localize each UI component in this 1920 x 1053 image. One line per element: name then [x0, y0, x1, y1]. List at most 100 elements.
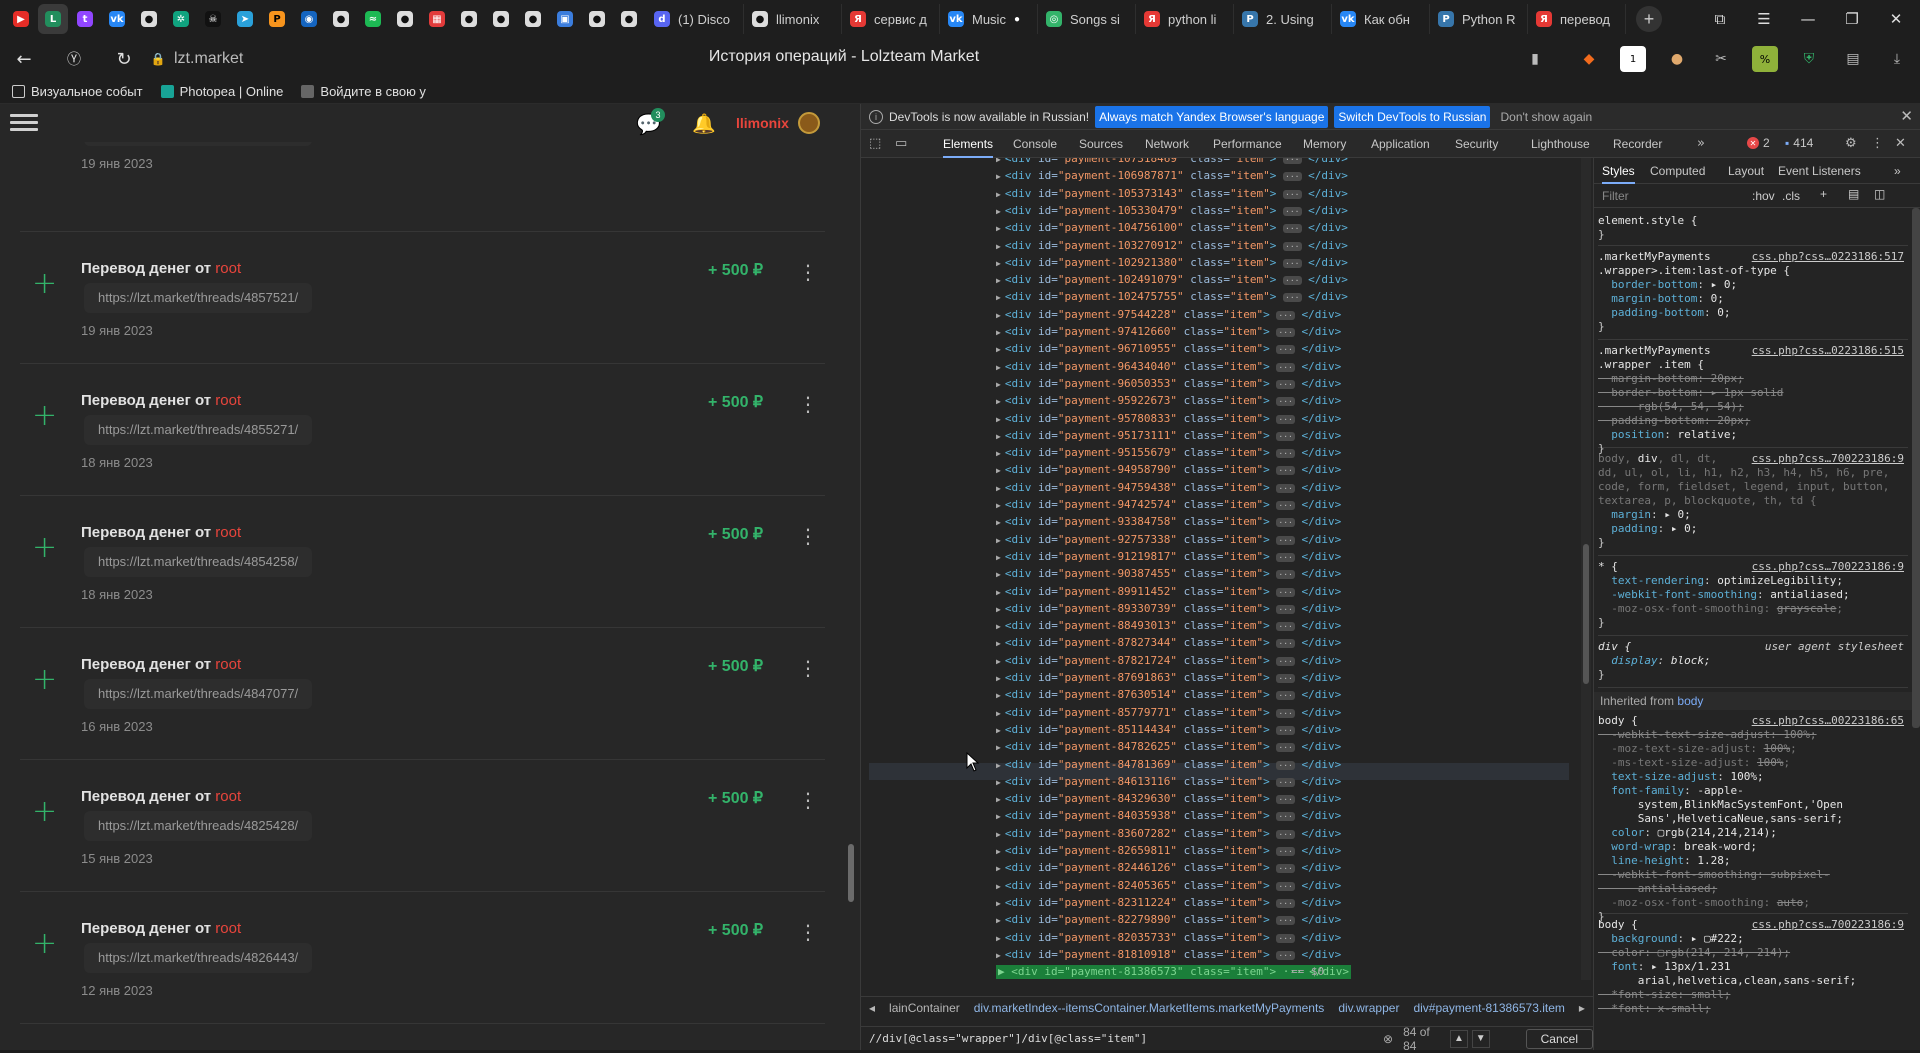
- computed-toggle-icon[interactable]: ▤: [1848, 187, 1859, 201]
- pinned-tab-telegram[interactable]: ➤: [230, 4, 260, 34]
- tab-security[interactable]: Security: [1455, 130, 1498, 158]
- dom-node-row[interactable]: ▶ <div id="payment-84035938" class="item"…: [996, 807, 1341, 824]
- dom-node-row[interactable]: ▶ <div id="payment-96434040" class="item"…: [996, 358, 1341, 375]
- expand-triangle-icon[interactable]: ▶: [996, 242, 1001, 251]
- expand-triangle-icon[interactable]: ▶: [996, 778, 1001, 787]
- dom-node-row[interactable]: ▶ <div id="payment-82659811" class="item"…: [996, 842, 1341, 859]
- dom-node-row[interactable]: ▶ <div id="payment-93384758" class="item"…: [996, 513, 1341, 530]
- expand-triangle-icon[interactable]: ▶: [996, 518, 1001, 527]
- dom-node-row[interactable]: ▶ <div id="payment-95780833" class="item"…: [996, 410, 1341, 427]
- expand-triangle-icon[interactable]: ▶: [996, 657, 1001, 666]
- expand-triangle-icon[interactable]: ▶: [996, 501, 1001, 510]
- tab-discord[interactable]: d (1) Disco: [646, 4, 744, 34]
- search-next-button[interactable]: ▼: [1471, 1029, 1490, 1048]
- item-link[interactable]: https://lzt.market/threads/4854258/: [84, 547, 313, 577]
- sender-link[interactable]: root: [215, 920, 241, 937]
- dom-node-row[interactable]: ▶ <div id="payment-106987871" class="item…: [996, 167, 1348, 184]
- extension-cookie-icon[interactable]: ●: [1664, 46, 1690, 72]
- expand-triangle-icon[interactable]: ▶: [996, 466, 1001, 475]
- expand-triangle-icon[interactable]: ▶: [996, 795, 1001, 804]
- dom-node-row[interactable]: ▶ <div id="payment-105330479" class="item…: [996, 202, 1348, 219]
- close-devtools-icon[interactable]: ✕: [1895, 136, 1906, 151]
- bookmark-icon[interactable]: ▮: [1522, 46, 1548, 72]
- dom-node-row[interactable]: ▶ <div id="payment-81810918" class="item"…: [996, 946, 1341, 963]
- dom-node-row[interactable]: ▶ <div id="payment-102491079" class="item…: [996, 271, 1348, 288]
- styles-filter-input[interactable]: Filter: [1602, 189, 1629, 203]
- dom-node-row[interactable]: ▶ <div id="payment-82446126" class="item"…: [996, 859, 1341, 876]
- tab-event-listeners[interactable]: Event Listeners: [1778, 158, 1861, 184]
- pinned-tab-ph[interactable]: P: [262, 4, 292, 34]
- dom-node-row[interactable]: ▶ <div id="payment-89911452" class="item"…: [996, 583, 1341, 600]
- hov-toggle[interactable]: :hov: [1752, 189, 1775, 203]
- expand-triangle-icon[interactable]: ▶: [996, 345, 1001, 354]
- tab-manager-icon[interactable]: ⧉: [1698, 0, 1742, 38]
- expand-triangle-icon[interactable]: ▶: [996, 293, 1001, 302]
- item-link[interactable]: https://lzt.market/threads/4825428/: [84, 811, 313, 841]
- messages-count[interactable]: ▪ 414: [1785, 136, 1813, 150]
- dom-node-row[interactable]: ▶ <div id="payment-95155679" class="item"…: [996, 444, 1341, 461]
- expand-triangle-icon[interactable]: ▶: [996, 224, 1001, 233]
- pinned-tab-github-5[interactable]: ●: [486, 4, 516, 34]
- crumb-left-arrow-icon[interactable]: ◂: [869, 1001, 875, 1015]
- dom-node-row[interactable]: ▶ <div id="payment-94759438" class="item"…: [996, 479, 1341, 496]
- dom-node-row[interactable]: ▶ <div id="payment-87827344" class="item"…: [996, 634, 1341, 651]
- expand-triangle-icon[interactable]: ▶: [996, 743, 1001, 752]
- dom-node-row[interactable]: ▶ <div id="payment-87630514" class="item"…: [996, 686, 1341, 703]
- crumb-3[interactable]: div.wrapper: [1338, 1001, 1399, 1015]
- pinned-tab-github-3[interactable]: ●: [390, 4, 420, 34]
- expand-triangle-icon[interactable]: ▶: [996, 847, 1001, 856]
- dom-node-row[interactable]: ▶ <div id="payment-94958790" class="item"…: [996, 461, 1341, 478]
- dom-node-row[interactable]: ▶ <div id="payment-82311224" class="item"…: [996, 894, 1341, 911]
- tab-application[interactable]: Application: [1371, 130, 1430, 158]
- dom-node-row[interactable]: ▶ <div id="payment-90387455" class="item"…: [996, 565, 1341, 582]
- item-menu-icon[interactable]: ⋮: [798, 922, 818, 942]
- expand-triangle-icon[interactable]: ▶: [996, 553, 1001, 562]
- sidebar-toggle-icon[interactable]: ◫: [1874, 187, 1885, 201]
- expand-triangle-icon[interactable]: ▶: [996, 605, 1001, 614]
- expand-triangle-icon[interactable]: ▶: [996, 328, 1001, 337]
- expand-triangle-icon[interactable]: ▶: [996, 899, 1001, 908]
- expand-triangle-icon[interactable]: ▶: [996, 622, 1001, 631]
- search-cancel-button[interactable]: Cancel: [1525, 1028, 1593, 1049]
- dom-node-row[interactable]: ▶ <div id="payment-87691863" class="item"…: [996, 669, 1341, 686]
- search-prev-button[interactable]: ▲: [1449, 1029, 1468, 1048]
- dom-node-row[interactable]: ▶ <div id="payment-105373143" class="item…: [996, 185, 1348, 202]
- dom-node-row[interactable]: ▶ <div id="payment-94742574" class="item"…: [996, 496, 1341, 513]
- bookmark-3[interactable]: Войдите в свою у: [301, 84, 426, 99]
- item-link[interactable]: https://lzt.market/threads/4857521/: [84, 283, 313, 313]
- expand-triangle-icon[interactable]: ▶: [996, 761, 1001, 770]
- tab-using[interactable]: P 2. Using: [1234, 4, 1332, 34]
- dom-node-row[interactable]: ▶ <div id="payment-88493013" class="item"…: [996, 617, 1341, 634]
- tab-network[interactable]: Network: [1145, 130, 1189, 158]
- dom-node-row[interactable]: ▶ <div id="payment-95922673" class="item"…: [996, 392, 1341, 409]
- expand-triangle-icon[interactable]: ▶: [996, 812, 1001, 821]
- crumb-2[interactable]: div.marketIndex--itemsContainer.MarketIt…: [974, 1001, 1325, 1015]
- avatar[interactable]: [798, 112, 820, 134]
- expand-triangle-icon[interactable]: ▶: [996, 158, 1001, 164]
- pinned-tab-lolz[interactable]: L: [38, 4, 68, 34]
- tab-sources[interactable]: Sources: [1079, 130, 1123, 158]
- close-banner-icon[interactable]: ✕: [1900, 107, 1913, 125]
- pinned-tab-photo[interactable]: ▣: [550, 4, 580, 34]
- extension-percent-icon[interactable]: %: [1752, 46, 1778, 72]
- dom-node-row[interactable]: ▶ <div id="payment-92757338" class="item"…: [996, 531, 1341, 548]
- more-style-tabs-icon[interactable]: »: [1894, 158, 1901, 184]
- tab-memory[interactable]: Memory: [1303, 130, 1346, 158]
- page-scrollbar[interactable]: [848, 844, 854, 902]
- dom-node-row[interactable]: ▶ <div id="payment-82405365" class="item"…: [996, 877, 1341, 894]
- tab-songs[interactable]: ◎ Songs si: [1038, 4, 1136, 34]
- expand-triangle-icon[interactable]: ▶: [996, 674, 1001, 683]
- tab-computed[interactable]: Computed: [1650, 158, 1705, 184]
- pinned-tab-apps[interactable]: ▦: [422, 4, 452, 34]
- dom-node-row[interactable]: ▶ <div id="payment-84781369" class="item"…: [996, 756, 1341, 773]
- dom-node-row[interactable]: ▶ <div id="payment-102921380" class="item…: [996, 254, 1348, 271]
- pinned-tab-github[interactable]: ●: [134, 4, 164, 34]
- username[interactable]: llimonix: [736, 115, 789, 131]
- minimize-button[interactable]: —: [1786, 0, 1830, 38]
- dom-node-row[interactable]: ▶ <div id="payment-82279890" class="item"…: [996, 911, 1341, 928]
- crumb-right-arrow-icon[interactable]: ▸: [1579, 1001, 1585, 1015]
- item-link[interactable]: https://lzt.market/threads/4826443/: [84, 943, 313, 973]
- restore-button[interactable]: ❐: [1830, 0, 1874, 38]
- dom-node-row[interactable]: ▶ <div id="payment-95173111" class="item"…: [996, 427, 1341, 444]
- expand-triangle-icon[interactable]: ▶: [996, 311, 1001, 320]
